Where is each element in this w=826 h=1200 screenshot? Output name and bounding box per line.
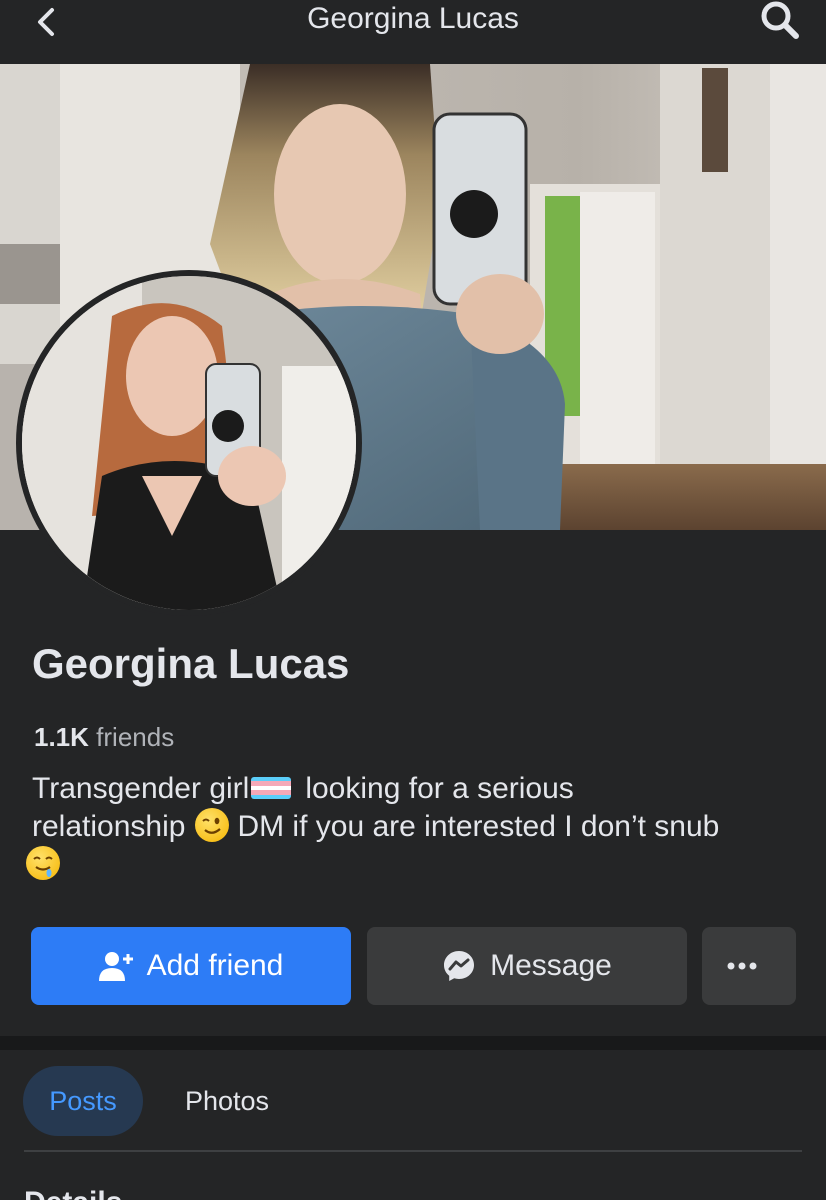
tabs-separator: [24, 1150, 802, 1152]
add-friend-icon: [98, 952, 133, 981]
tab-photos[interactable]: Photos: [160, 1066, 294, 1136]
profile-picture-image: [22, 276, 356, 610]
details-heading: Details: [24, 1186, 122, 1200]
messenger-icon: [444, 951, 475, 981]
friends-count[interactable]: 1.1K friends: [34, 722, 174, 753]
drooling-face-icon: [26, 846, 60, 880]
tab-posts-label: Posts: [49, 1085, 117, 1116]
ellipsis-icon: [727, 962, 757, 970]
search-icon: [761, 1, 799, 39]
profile-name: Georgina Lucas: [32, 640, 350, 687]
transgender-flag-icon: [251, 777, 292, 799]
top-bar: Georgina Lucas: [0, 0, 826, 64]
bio-text-3: relationship: [32, 810, 186, 843]
bio-text-4: DM if you are interested I don’t snub: [237, 810, 720, 843]
friends-count-value: 1.1K: [34, 722, 89, 752]
search-button[interactable]: [756, 0, 804, 44]
friends-count-label: friends: [96, 722, 175, 752]
tab-photos-label: Photos: [184, 1085, 270, 1116]
profile-bio: Transgender girl looking for a serious re…: [26, 770, 802, 880]
message-button[interactable]: Message: [367, 927, 687, 1005]
profile-picture[interactable]: [22, 276, 356, 610]
section-divider: [0, 1036, 826, 1050]
more-options-button[interactable]: [702, 927, 796, 1005]
bio-text-1: Transgender girl: [32, 772, 250, 805]
add-friend-button[interactable]: Add friend: [31, 927, 351, 1005]
add-friend-label: Add friend: [146, 949, 284, 982]
bio-text-2: looking for a serious: [305, 772, 574, 805]
winking-face-icon: [195, 808, 230, 842]
avatar-border: [16, 270, 362, 616]
tab-posts[interactable]: Posts: [23, 1066, 143, 1136]
header-title: Georgina Lucas: [307, 2, 519, 35]
message-label: Message: [490, 949, 612, 982]
